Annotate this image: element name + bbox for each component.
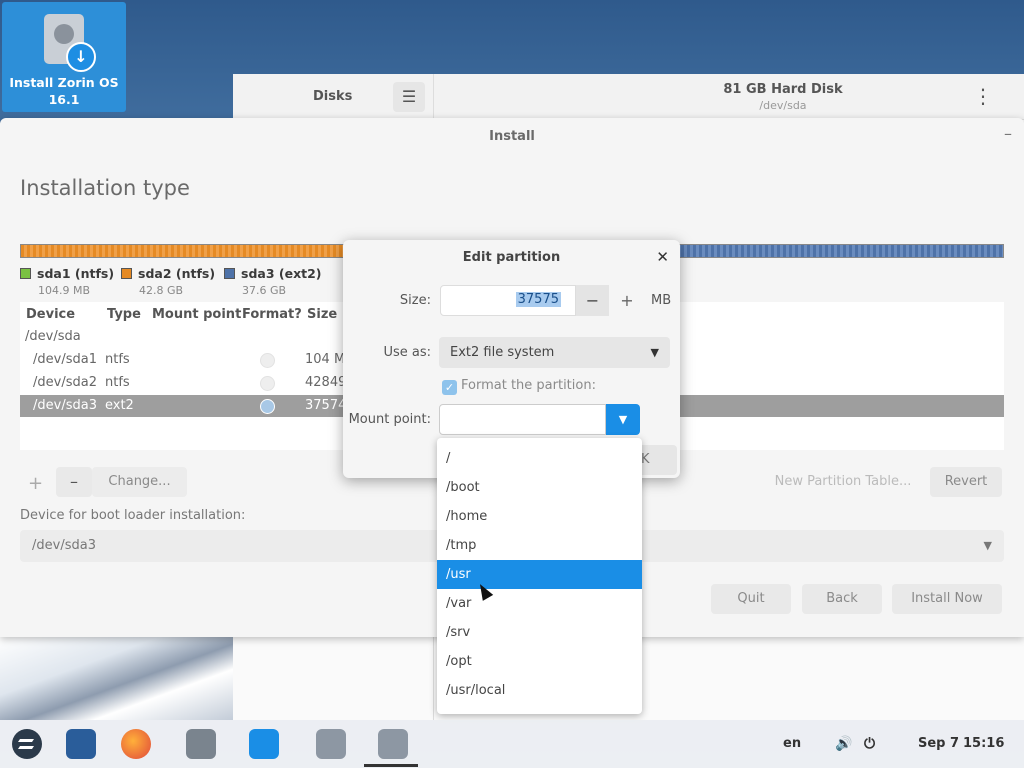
page-title: Installation type (20, 176, 190, 200)
legend-size: 104.9 MB (38, 284, 91, 297)
add-partition-button[interactable]: + (28, 473, 43, 494)
taskbar: en 🔊 ⏻ Sep 7 15:16 (0, 720, 1024, 768)
use-as-select[interactable]: Ext2 file system ▼ (439, 337, 670, 368)
size-decrease-button[interactable]: − (576, 285, 609, 316)
mount-point-label: Mount point: (348, 412, 431, 427)
revert-button[interactable]: Revert (930, 467, 1002, 497)
size-increase-button[interactable]: + (613, 285, 641, 316)
installer-app-icon[interactable] (378, 729, 408, 759)
mount-option[interactable]: /srv (437, 618, 642, 647)
wallpaper-snow-left (0, 636, 233, 720)
change-button[interactable]: Change... (92, 467, 187, 497)
col-mount-point[interactable]: Mount point (152, 307, 241, 322)
install-window-title: Install (489, 129, 535, 144)
size-value: 37575 (515, 292, 561, 307)
disk-title: 81 GB Hard Disk (723, 82, 843, 97)
new-partition-table-button[interactable]: New Partition Table... (760, 467, 926, 497)
legend-sda1: sda1 (ntfs) 104.9 MB (20, 266, 114, 297)
install-zorin-desktop-icon[interactable]: ↓ Install Zorin OS 16.1 (2, 2, 126, 112)
row-device: /dev/sda2 (33, 375, 97, 390)
desktop-icon-label: Install Zorin OS 16.1 (9, 75, 119, 107)
minimize-icon[interactable]: – (1004, 124, 1012, 143)
row-device: /dev/sda (25, 329, 81, 344)
install-now-button[interactable]: Install Now (892, 584, 1002, 614)
legend-swatch (224, 268, 235, 279)
mount-point-input[interactable] (439, 404, 606, 435)
legend-size: 37.6 GB (242, 284, 287, 297)
clock-label[interactable]: 15:16 (963, 736, 1004, 751)
legend-name: sda2 (ntfs) (138, 266, 216, 281)
col-device[interactable]: Device (26, 307, 75, 322)
mount-option[interactable]: /opt (437, 647, 642, 676)
row-device: /dev/sda3 (33, 398, 97, 413)
row-type: ext2 (105, 398, 134, 413)
dialog-title: Edit partition (462, 250, 561, 265)
software-store-icon[interactable] (249, 729, 279, 759)
disk-subtitle: /dev/sda (759, 99, 807, 112)
close-icon[interactable]: ✕ (656, 248, 669, 266)
disks-app-icon[interactable] (316, 729, 346, 759)
mount-option[interactable]: /usr/local (437, 676, 642, 705)
legend-name: sda1 (ntfs) (37, 266, 115, 281)
mount-option[interactable]: /boot (437, 473, 642, 502)
col-size[interactable]: Size (307, 307, 337, 322)
use-as-value: Ext2 file system (450, 345, 555, 360)
format-checkbox[interactable] (260, 353, 275, 368)
more-options-icon[interactable]: ⋮ (973, 84, 993, 108)
mount-option[interactable]: / (437, 444, 642, 473)
format-label: Format the partition: (461, 378, 596, 393)
ok-button[interactable]: K (639, 445, 677, 475)
firefox-icon[interactable] (121, 729, 151, 759)
legend-swatch (20, 268, 31, 279)
chevron-down-icon: ▼ (983, 539, 992, 552)
legend-name: sda3 (ext2) (241, 266, 322, 281)
mount-point-dropdown-button[interactable]: ▼ (606, 404, 640, 435)
row-size: 104 M (305, 352, 346, 367)
legend-sda2: sda2 (ntfs) 42.8 GB (121, 266, 215, 297)
quit-button[interactable]: Quit (711, 584, 791, 614)
size-input[interactable]: 37575 (440, 285, 576, 316)
row-device: /dev/sda1 (33, 352, 97, 367)
keyboard-layout[interactable]: en (783, 736, 801, 751)
power-icon[interactable]: ⏻ (864, 736, 875, 752)
mount-option[interactable]: /var (437, 589, 642, 618)
format-checkbox[interactable] (260, 376, 275, 391)
hamburger-menu-icon[interactable]: ☰ (393, 82, 425, 112)
format-checkbox[interactable] (260, 399, 275, 414)
mount-point-dropdown: / /boot /home /tmp /usr /var /srv /opt /… (437, 438, 642, 714)
checkmark-icon: ✓ (442, 380, 457, 395)
legend-size: 42.8 GB (139, 284, 184, 297)
disks-title: Disks (313, 89, 353, 104)
boot-loader-value: /dev/sda3 (32, 538, 96, 553)
legend-sda3: sda3 (ext2) 37.6 GB (224, 266, 322, 297)
chevron-down-icon: ▼ (650, 346, 659, 359)
col-type[interactable]: Type (107, 307, 141, 322)
use-as-label: Use as: (383, 345, 431, 360)
back-button[interactable]: Back (802, 584, 882, 614)
download-icon: ↓ (66, 42, 96, 72)
format-partition-checkbox[interactable]: ✓ Format the partition: (442, 378, 596, 395)
col-format[interactable]: Format? (242, 307, 302, 322)
boot-loader-label: Device for boot loader installation: (20, 508, 246, 523)
files-icon[interactable] (186, 729, 216, 759)
volume-icon[interactable]: 🔊 (835, 736, 852, 752)
row-type: ntfs (105, 375, 130, 390)
mount-option-highlighted[interactable]: /usr (437, 560, 642, 589)
row-type: ntfs (105, 352, 130, 367)
mount-option[interactable]: /tmp (437, 531, 642, 560)
mount-option[interactable]: /home (437, 502, 642, 531)
active-app-indicator (364, 764, 418, 767)
size-label: Size: (399, 293, 431, 308)
remove-partition-button[interactable]: – (56, 467, 92, 497)
partition-bar-sda2 (21, 245, 351, 257)
workspaces-icon[interactable] (66, 729, 96, 759)
legend-swatch (121, 268, 132, 279)
date-label[interactable]: Sep 7 (918, 736, 959, 751)
size-unit: MB (651, 293, 672, 308)
zorin-menu-icon[interactable] (12, 729, 42, 759)
row-size: 37574 (305, 398, 347, 413)
disks-header: Disks ☰ 81 GB Hard Disk /dev/sda ⋮ (233, 74, 1024, 120)
row-size: 42849 (305, 375, 347, 390)
